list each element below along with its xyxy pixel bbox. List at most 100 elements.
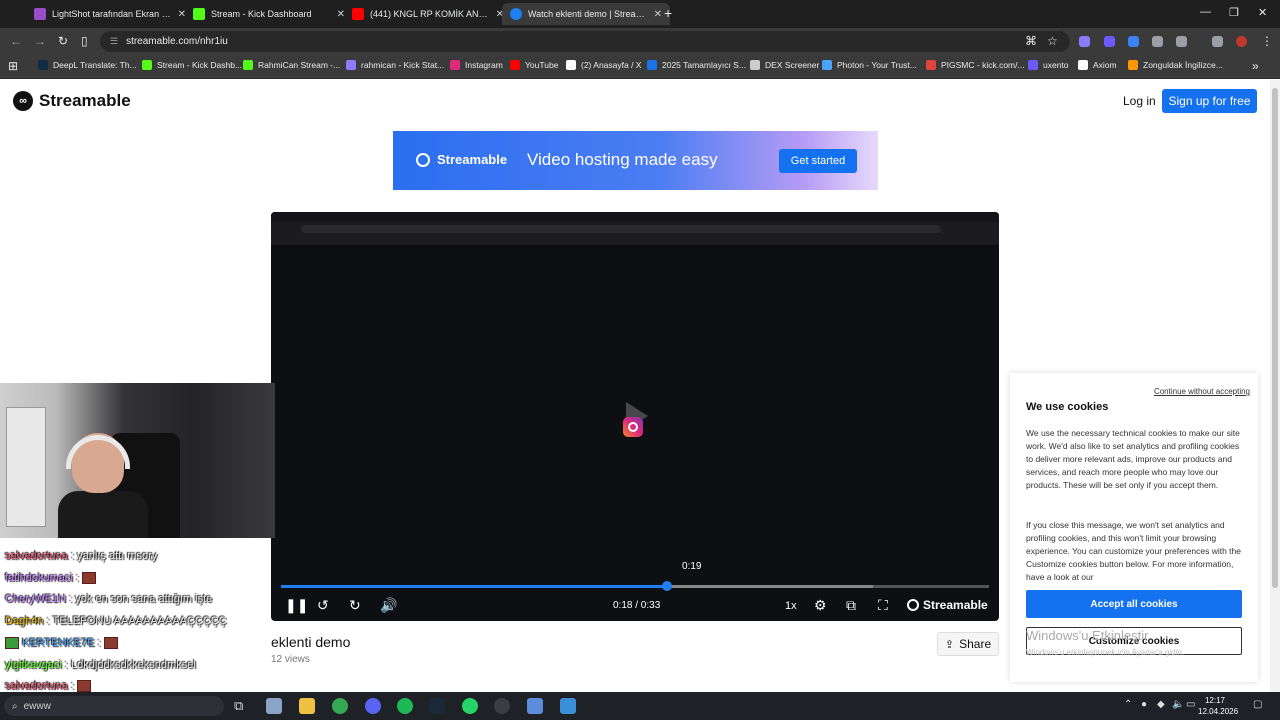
reload-icon[interactable]: ↻ xyxy=(58,34,68,48)
streamable-logo[interactable]: ∞ Streamable xyxy=(13,91,131,111)
bookmark-item[interactable]: Stream - Kick Dashb... xyxy=(142,60,242,70)
pause-icon[interactable]: ❚❚ xyxy=(285,597,308,614)
bookmark-item[interactable]: rahmican - Kick Stat... xyxy=(346,60,444,70)
chrome-icon[interactable] xyxy=(332,698,348,714)
time-readout: 0:18 / 0:33 xyxy=(613,600,661,611)
task-view-icon[interactable]: ⧉ xyxy=(234,698,243,714)
search-text: ewww xyxy=(23,700,51,712)
bookmark-item[interactable]: 2025 Tamamlayıcı S... xyxy=(647,60,746,70)
fullscreen-icon[interactable]: ⛶ xyxy=(878,597,888,614)
tray-chevron-icon[interactable]: ⌃ xyxy=(1124,699,1132,710)
tab-lightshot[interactable]: LightShot tarafından Ekran Görü ✕ xyxy=(26,3,194,25)
bookmark-star-icon[interactable]: ☆ xyxy=(1047,34,1058,48)
dexscreener-icon xyxy=(750,60,760,70)
get-started-button[interactable]: Get started xyxy=(779,149,857,173)
tray-app-icon[interactable]: ● xyxy=(1141,699,1147,710)
seek-handle[interactable] xyxy=(661,581,672,591)
translate-icon[interactable]: ⌘ xyxy=(1025,34,1037,48)
forward-icon[interactable]: → xyxy=(34,34,46,48)
bookmark-item[interactable]: Zonguldak İngilizce... xyxy=(1128,60,1223,70)
taskbar-search[interactable]: ⌕ ewww xyxy=(4,696,224,716)
chat-text: : yanlış attı msory xyxy=(71,550,158,562)
notification-icon[interactable]: ▢ xyxy=(1253,699,1262,710)
banner-tagline: Video hosting made easy xyxy=(527,150,718,169)
close-icon[interactable]: ✕ xyxy=(654,9,662,20)
sidebar-icon[interactable]: ▯ xyxy=(81,34,88,48)
close-window-icon[interactable]: ✕ xyxy=(1258,6,1267,19)
menu-icon[interactable]: ⋮ xyxy=(1261,34,1273,48)
volume-icon[interactable]: 🔊 xyxy=(380,597,397,614)
youtube-icon xyxy=(510,60,520,70)
restore-icon[interactable]: ❐ xyxy=(1229,6,1239,19)
network-icon[interactable]: ▭ xyxy=(1186,699,1195,710)
bookmark-item[interactable]: YouTube xyxy=(510,60,558,70)
instagram-icon xyxy=(450,60,460,70)
speed-button[interactable]: 1x xyxy=(785,600,797,612)
address-bar[interactable]: ☰ streamable.com/nhr1iu xyxy=(100,31,1070,52)
app-icon[interactable] xyxy=(527,698,543,714)
scroll-thumb[interactable] xyxy=(1272,88,1278,588)
accept-cookies-button[interactable]: Accept all cookies xyxy=(1026,590,1242,618)
obs-icon[interactable] xyxy=(494,698,510,714)
tray-app-icon[interactable]: ◆ xyxy=(1157,699,1165,710)
login-link[interactable]: Log in xyxy=(1123,94,1156,108)
more-bookmarks-icon[interactable]: » xyxy=(1252,59,1259,73)
ad-banner[interactable]: Streamable Video hosting made easy Get s… xyxy=(393,131,878,190)
taskbar-clock[interactable]: 12:17 12.04.2026 xyxy=(1198,695,1238,717)
whatsapp-icon[interactable] xyxy=(462,698,478,714)
bookmark-item[interactable]: PIGSMC - kick.com/... xyxy=(926,60,1025,70)
bookmark-item[interactable]: Axiom xyxy=(1078,60,1117,70)
back-icon[interactable]: ← xyxy=(10,34,22,48)
bookmark-item[interactable]: uxento xyxy=(1028,60,1069,70)
player-brand-text: Streamable xyxy=(923,598,988,612)
app-icon[interactable] xyxy=(266,698,282,714)
page-scrollbar[interactable] xyxy=(1270,80,1280,692)
avatar[interactable] xyxy=(1236,36,1247,47)
video-title: eklenti demo xyxy=(271,634,351,650)
site-info-icon[interactable]: ☰ xyxy=(110,36,118,47)
new-tab-button[interactable]: + xyxy=(664,5,672,21)
apps-icon[interactable]: ⊞ xyxy=(8,59,18,73)
tab-kick-dashboard[interactable]: Stream - Kick Dashboard ✕ xyxy=(185,3,353,25)
extension-icon[interactable] xyxy=(1128,36,1139,47)
bookmark-item[interactable]: DeepL Translate: Th... xyxy=(38,60,137,70)
minimize-icon[interactable]: — xyxy=(1200,6,1211,18)
puzzle-icon[interactable] xyxy=(1176,36,1187,47)
chat-user: KERTENKE7E xyxy=(22,637,95,649)
settings-gear-icon[interactable]: ⚙ xyxy=(814,597,827,614)
player-brand[interactable]: Streamable xyxy=(907,598,988,612)
tab-youtube[interactable]: (441) KNGL RP KOMİK ANLAR ✕ xyxy=(344,3,512,25)
emote-icon xyxy=(77,680,92,693)
video-player[interactable]: 0:19 ❚❚ ↺ ↻ 🔊 0:18 / 0:33 1x ⚙ ⧉ ⛶ Strea… xyxy=(271,212,999,621)
tab-streamable[interactable]: Watch eklenti demo | Streamable ✕ xyxy=(502,3,670,25)
signup-button[interactable]: Sign up for free xyxy=(1162,89,1257,113)
shield-icon[interactable] xyxy=(1152,36,1163,47)
bookmark-item[interactable]: DEX Screener xyxy=(750,60,819,70)
volume-tray-icon[interactable]: 🔈 xyxy=(1172,699,1184,710)
steam-icon[interactable] xyxy=(429,698,445,714)
extension-icon[interactable] xyxy=(1104,36,1115,47)
discord-icon[interactable] xyxy=(365,698,381,714)
chat-user: fatihdokumaci xyxy=(5,572,73,584)
media-icon[interactable] xyxy=(1212,36,1223,47)
app-icon[interactable] xyxy=(560,698,576,714)
forward-skip-icon[interactable]: ↻ xyxy=(349,597,361,614)
continue-without-accepting-link[interactable]: Continue without accepting xyxy=(1154,387,1250,396)
rewind-icon[interactable]: ↺ xyxy=(317,597,329,614)
share-button[interactable]: ⇪ Share xyxy=(937,632,999,656)
extension-icon[interactable] xyxy=(1079,36,1090,47)
bookmark-label: RahmiCan Stream -... xyxy=(258,60,341,70)
bookmark-item[interactable]: Instagram xyxy=(450,60,503,70)
picture-in-picture-icon[interactable]: ⧉ xyxy=(846,597,856,614)
bookmark-item[interactable]: RahmiCan Stream -... xyxy=(243,60,340,70)
chat-text: : xyxy=(71,680,75,692)
chat-message: yigitkavgaci : Ldkdjddksdkkeksndmksel xyxy=(5,659,196,671)
streamer-body-image xyxy=(58,491,148,538)
bookmark-item[interactable]: (2) Anasayfa / X xyxy=(566,60,641,70)
windows-taskbar: ⌕ ewww ⧉ ⌃ ● ◆ 🔈 ▭ 12:17 12.04.2026 ▢ xyxy=(0,692,1280,720)
spotify-icon[interactable] xyxy=(397,698,413,714)
emote-icon xyxy=(103,637,118,650)
bookmark-item[interactable]: Photon - Your Trust... xyxy=(822,60,917,70)
seek-bar[interactable] xyxy=(281,585,989,588)
file-explorer-icon[interactable] xyxy=(299,698,315,714)
